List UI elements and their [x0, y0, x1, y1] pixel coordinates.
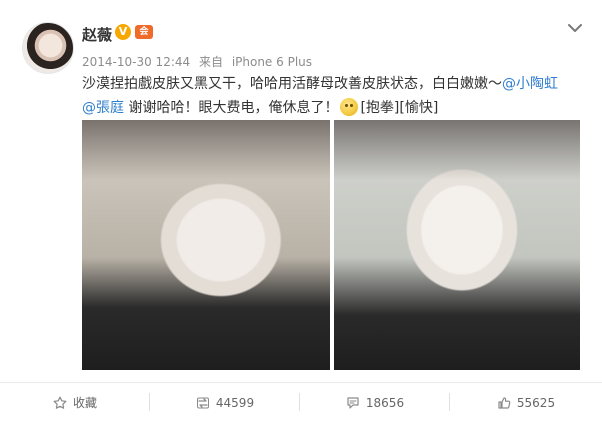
vip-badge-icon: 会 [135, 25, 153, 39]
favorite-button[interactable]: 收藏 [0, 383, 150, 422]
username[interactable]: 赵薇 [82, 24, 112, 45]
like-button[interactable]: 55625 [450, 383, 602, 422]
post-meta: 2014-10-30 12:44 来自 iPhone 6 Plus [82, 53, 317, 70]
weibo-post-card: 赵薇 V 会 2014-10-30 12:44 来自 iPhone 6 Plus… [0, 0, 602, 422]
comment-icon [347, 396, 359, 409]
thumbs-up-icon [498, 396, 511, 409]
avatar[interactable] [22, 22, 74, 74]
verified-badge-icon: V [115, 24, 131, 40]
emoji-tags: [抱拳][愉快] [360, 100, 439, 116]
post-source[interactable]: iPhone 6 Plus [232, 55, 312, 69]
comment-button[interactable]: 18656 [300, 383, 450, 422]
post-body-text: 沙漠捏拍戲皮肤又黑又干，哈哈用活酵母改善皮肤状态，白白嫩嫩～ [82, 76, 502, 92]
smiley-emoji-icon [340, 98, 359, 116]
mention-link[interactable]: @小陶虹 [502, 76, 558, 92]
comment-count: 18656 [365, 395, 405, 410]
post-timestamp[interactable]: 2014-10-30 12:44 [82, 55, 190, 69]
repost-count: 44599 [215, 395, 255, 410]
action-bar: 收藏 44599 18656 55625 [0, 383, 602, 422]
like-count: 55625 [516, 395, 556, 410]
favorite-label: 收藏 [72, 396, 97, 410]
post-source-prefix: 来自 [198, 55, 223, 69]
repost-icon [196, 397, 209, 408]
chevron-down-icon[interactable] [567, 22, 583, 34]
repost-button[interactable]: 44599 [150, 383, 300, 422]
star-icon [53, 396, 67, 409]
mention-link[interactable]: @張庭 [82, 100, 124, 116]
post-image[interactable] [334, 120, 580, 370]
post-text: 沙漠捏拍戲皮肤又黑又干，哈哈用活酵母改善皮肤状态，白白嫩嫩～@小陶虹 @張庭 谢… [82, 72, 582, 120]
post-image[interactable] [82, 120, 330, 370]
post-body-text: 谢谢哈哈！眼大费电，俺休息了！ [124, 100, 339, 116]
